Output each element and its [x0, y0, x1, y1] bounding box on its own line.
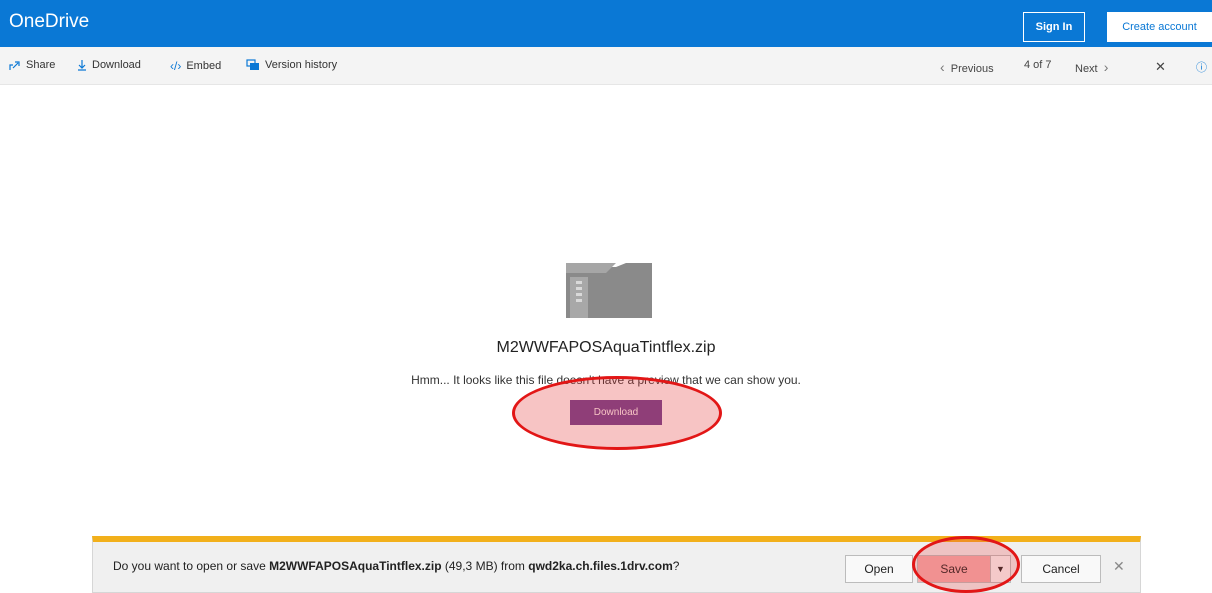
share-command[interactable]: Share	[9, 59, 55, 71]
save-dropdown-icon[interactable]: ▼	[991, 555, 1011, 583]
onedrive-viewer: OneDrive Sign In Create account Share Do…	[0, 0, 1212, 593]
download-icon	[78, 60, 86, 71]
zip-file-icon	[566, 263, 652, 318]
top-bar: OneDrive Sign In Create account	[0, 0, 1212, 47]
position-indicator: 4 of 7	[1024, 59, 1052, 71]
create-account-button[interactable]: Create account	[1107, 12, 1212, 42]
version-history-icon	[246, 59, 259, 70]
embed-icon: ‹/›	[170, 59, 182, 73]
brand-logo[interactable]: OneDrive	[9, 11, 89, 33]
notification-suffix: ?	[672, 559, 680, 573]
chevron-left-icon: ‹	[940, 59, 945, 75]
next-label: Next	[1075, 63, 1098, 75]
sign-in-button[interactable]: Sign In	[1023, 12, 1085, 42]
download-notification-bar: Do you want to open or save M2WWFAPOSAqu…	[92, 536, 1141, 593]
save-button[interactable]: Save	[917, 555, 991, 583]
notification-message: Do you want to open or save M2WWFAPOSAqu…	[113, 559, 679, 573]
next-button[interactable]: Next ›	[1075, 59, 1108, 75]
download-command[interactable]: Download	[77, 59, 141, 71]
share-label: Share	[26, 59, 56, 71]
version-history-label: Version history	[265, 59, 338, 71]
info-icon[interactable]: ⓘ	[1196, 59, 1207, 75]
embed-command[interactable]: ‹/› Embed	[170, 59, 221, 73]
no-preview-message: Hmm... It looks like this file doesn't h…	[411, 373, 801, 387]
notification-filename: M2WWFAPOSAquaTintflex.zip	[269, 559, 442, 573]
previous-button[interactable]: ‹ Previous	[940, 59, 994, 75]
version-history-command[interactable]: Version history	[246, 59, 337, 71]
cancel-button[interactable]: Cancel	[1021, 555, 1101, 583]
command-bar: Share Download ‹/› Embed Version history…	[0, 47, 1212, 85]
open-button[interactable]: Open	[845, 555, 913, 583]
share-icon	[9, 61, 20, 70]
notification-close-icon[interactable]: ✕	[1113, 559, 1125, 575]
previous-label: Previous	[950, 63, 994, 75]
chevron-right-icon: ›	[1103, 59, 1109, 75]
notification-size: (49,3 MB) from	[441, 559, 529, 573]
notification-prefix: Do you want to open or save	[113, 559, 270, 573]
close-icon[interactable]: ✕	[1155, 59, 1166, 75]
embed-label: Embed	[186, 60, 222, 72]
file-name-title: M2WWFAPOSAquaTintflex.zip	[496, 339, 716, 356]
download-button[interactable]: Download	[570, 400, 662, 425]
notification-host: qwd2ka.ch.files.1drv.com	[528, 559, 673, 573]
download-label: Download	[92, 59, 141, 71]
